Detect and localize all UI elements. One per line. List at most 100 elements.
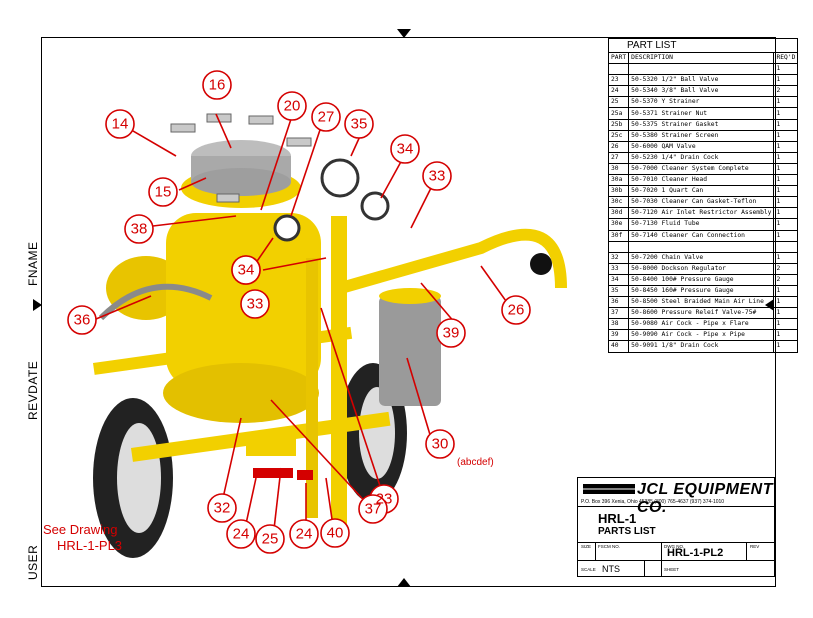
- callout-20: 20: [284, 98, 301, 115]
- parts-cell-description: 50-5380 Strainer Screen: [628, 129, 775, 142]
- parts-cell-description: 50-9091 1/8" Drain Cock: [628, 340, 775, 353]
- callout-27: 27: [318, 109, 335, 126]
- parts-cell-description: 50-5370 Y Strainer: [628, 96, 775, 109]
- parts-list-row: 23 50-5320 1/2" Ball Valve 1: [607, 74, 799, 87]
- parts-cell-part: 23: [607, 74, 630, 87]
- side-label-user: USER: [26, 544, 40, 580]
- parts-list-row: 36 50-8500 Steel Braided Main Air Line 1: [607, 296, 799, 309]
- parts-cell-part: 25c: [607, 129, 630, 142]
- parts-cell-description: [628, 240, 775, 253]
- parts-cell-part: 34: [607, 273, 630, 286]
- parts-list-row: 38 50-9080 Air Cock - Pipe x Flare 1: [607, 318, 799, 331]
- parts-list-row: 30 50-7000 Cleaner System Complete 1: [607, 162, 799, 176]
- parts-cell-description: 50-8600 Pressure Releif Valve-75#: [628, 307, 775, 320]
- parts-cell-description: 50-5371 Strainer Nut: [628, 107, 775, 120]
- parts-cell-part: 30c: [607, 196, 630, 209]
- parts-cell-description: 50-5320 1/2" Ball Valve: [628, 74, 775, 87]
- callout-38: 38: [131, 221, 148, 238]
- parts-cell-reqd: 1: [773, 118, 799, 131]
- drawing-subtitle: PARTS LIST: [598, 526, 656, 537]
- callout-26: 26: [508, 302, 525, 319]
- parts-cell-description: 50-8000 Dockson Regulator: [628, 262, 775, 275]
- cleaner-can: [379, 296, 441, 406]
- callout-36: 36: [74, 312, 91, 329]
- parts-cell-part: 30f: [607, 229, 630, 242]
- parts-cell-reqd: 1: [773, 207, 799, 220]
- callout-14: 14: [112, 116, 129, 133]
- parts-cell-description: 50-5230 1/4" Drain Cock: [628, 151, 775, 164]
- parts-list-row: 33 50-8000 Dockson Regulator 2: [607, 262, 799, 275]
- parts-cell-part: 39: [607, 329, 630, 342]
- parts-cell-part: 35: [607, 284, 630, 298]
- drawing-number: HRL-1-PL2: [667, 547, 724, 559]
- parts-list-row: 37 50-8600 Pressure Releif Valve-75# 1: [607, 307, 799, 320]
- rev-label: REV: [750, 544, 760, 549]
- callout-23: 23: [376, 491, 393, 508]
- parts-cell-reqd: 1: [773, 229, 799, 242]
- parts-cell-part: 25b: [607, 118, 630, 131]
- parts-cell-reqd: 1: [773, 284, 799, 298]
- parts-cell-description: 50-7000 Cleaner System Complete: [628, 162, 775, 176]
- parts-cell-part: 30a: [607, 174, 630, 187]
- parts-list-row: 25a 50-5371 Strainer Nut 1: [607, 107, 799, 120]
- parts-cell-description: 50-8400 100# Pressure Gauge: [628, 273, 775, 286]
- callout-25: 25: [262, 531, 279, 548]
- parts-cell-description: 50-7030 Cleaner Can Gasket-Teflon: [628, 196, 775, 209]
- parts-list-row: 25 50-5370 Y Strainer 1: [607, 96, 799, 109]
- parts-cell-part: 30b: [607, 185, 630, 198]
- parts-cell-description: 50-7120 Air Inlet Restrictor Assembly: [628, 207, 775, 220]
- handle-knob: [530, 253, 552, 275]
- parts-cell-description: 50-7130 Fluid Tube: [628, 218, 775, 231]
- parts-list-title: PART LIST: [607, 38, 799, 53]
- see-drawing-line1: See Drawing: [43, 522, 117, 537]
- callout-40: 40: [327, 525, 344, 542]
- sheet-label: SHEET: [664, 567, 680, 572]
- equipment-photo: 14 16 20 27 35 34 33 15 38 34 33 36 26 3…: [43, 70, 567, 558]
- parts-cell-description: 50-9090 Air Cock - Pipe x Pipe: [628, 329, 775, 342]
- parts-list-row: 25c 50-5380 Strainer Screen 1: [607, 129, 799, 142]
- parts-cell-part: 30e: [607, 218, 630, 231]
- parts-cell-reqd: 1: [773, 129, 799, 142]
- parts-cell-part: 33: [607, 262, 630, 275]
- side-label-fname: FNAME: [26, 241, 40, 287]
- parts-cell-description: 50-8450 160# Pressure Gauge: [628, 284, 775, 298]
- parts-list-row: 35 50-8450 160# Pressure Gauge 1: [607, 284, 799, 298]
- company-address: P.O. Box 396 Xenia, Ohio 45385 (800) 765…: [581, 499, 725, 505]
- callout-35: 35: [351, 116, 368, 133]
- parts-cell-description: 50-5375 Strainer Gasket: [628, 118, 775, 131]
- parts-cell-reqd: 2: [773, 273, 799, 286]
- parts-cell-part: 38: [607, 318, 630, 331]
- gauge-34-left: [273, 214, 301, 242]
- scale-label: SCALE: [581, 567, 596, 572]
- size-label: SIZE: [581, 544, 592, 549]
- parts-cell-reqd: 1: [773, 185, 799, 198]
- parts-cell-part: [607, 63, 630, 76]
- parts-list-row: 24 50-5340 3/8" Ball Valve 2: [607, 85, 799, 98]
- parts-list-row: 30f 50-7140 Cleaner Can Connection 1: [607, 229, 799, 242]
- callout-34-left: 34: [238, 262, 255, 279]
- parts-list-row: 1: [607, 63, 799, 76]
- parts-cell-reqd: 1: [773, 329, 799, 342]
- parts-list-row: 30e 50-7130 Fluid Tube 1: [607, 218, 799, 231]
- parts-cell-part: 25: [607, 96, 630, 109]
- parts-cell-part: 37: [607, 307, 630, 320]
- parts-cell-part: 30: [607, 162, 630, 176]
- callout-24-right: 24: [296, 526, 313, 543]
- parts-cell-reqd: 1: [773, 296, 799, 309]
- parts-cell-description: 50-7020 1 Quart Can: [628, 185, 775, 198]
- parts-list-row: [607, 240, 799, 253]
- parts-cell-reqd: 1: [773, 340, 799, 353]
- parts-cell-part: [607, 240, 630, 253]
- company-logo: [583, 484, 635, 494]
- title-block: JCL EQUIPMENT CO. P.O. Box 396 Xenia, Oh…: [577, 477, 775, 577]
- parts-cell-reqd: 1: [773, 318, 799, 331]
- parts-cell-part: 32: [607, 251, 630, 264]
- header-part: PART: [607, 51, 630, 65]
- parts-cell-reqd: 1: [773, 96, 799, 109]
- parts-cell-description: 50-5340 3/8" Ball Valve: [628, 85, 775, 98]
- callout-34-right: 34: [397, 141, 414, 158]
- see-drawing-line2: HRL-1-PL3: [57, 538, 122, 553]
- side-label-revdate: REVDATE: [26, 360, 40, 420]
- parts-cell-description: 50-6000 QAM Valve: [628, 140, 775, 153]
- header-reqd: REQ'D: [773, 51, 799, 65]
